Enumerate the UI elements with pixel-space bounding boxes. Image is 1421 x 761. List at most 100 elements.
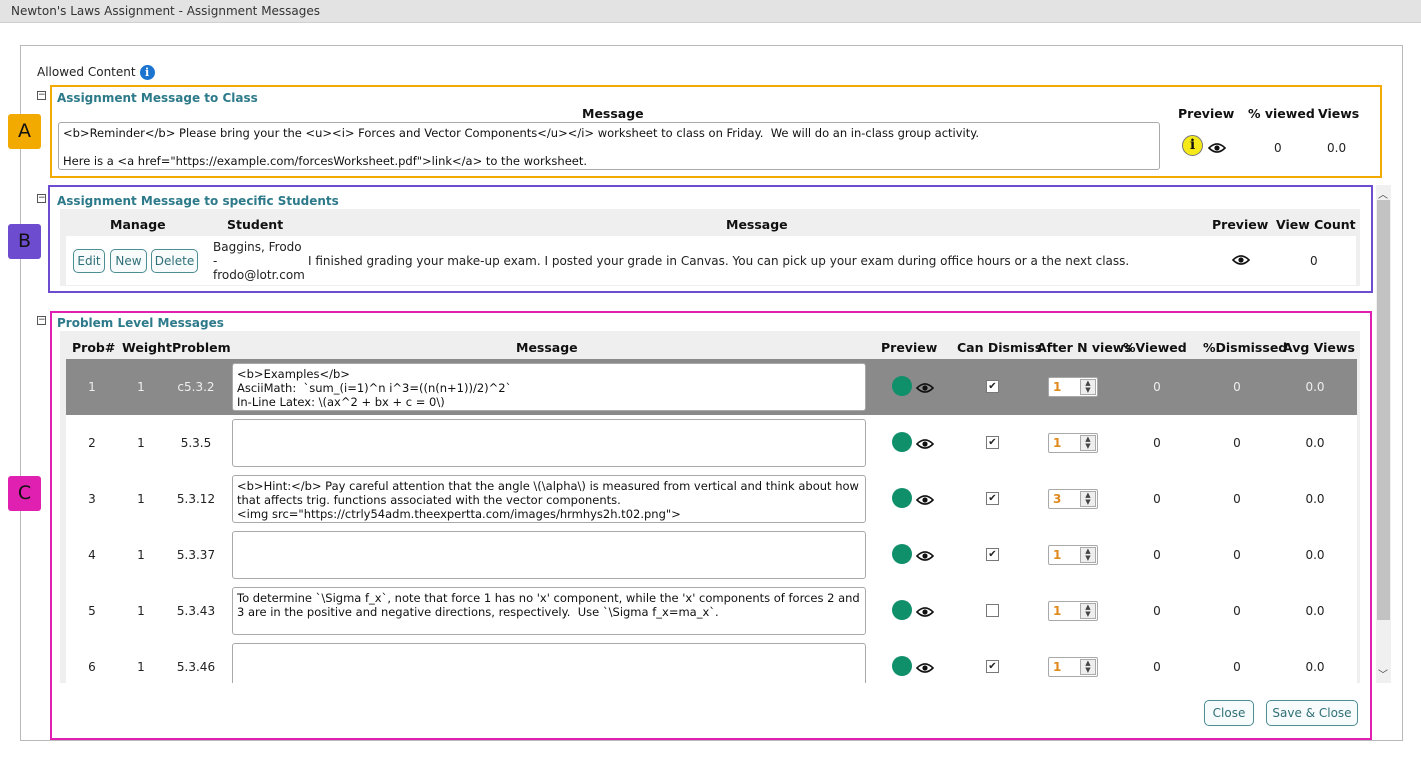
eye-icon[interactable]: [1208, 142, 1226, 154]
collapse-students-icon[interactable]: −: [37, 194, 46, 203]
can-dismiss-checkbox[interactable]: [986, 604, 999, 617]
problem-id: 5.3.46: [176, 660, 216, 674]
viewed-value: 0: [1153, 380, 1161, 394]
status-dot-icon[interactable]: [892, 544, 912, 564]
can-dismiss-checkbox[interactable]: ✔: [986, 548, 999, 561]
status-dot-icon[interactable]: [892, 376, 912, 396]
delete-button[interactable]: Delete: [151, 249, 198, 273]
after-n-views-stepper[interactable]: 1 ▲ ▼: [1048, 601, 1098, 621]
table-row[interactable]: 3 1 5.3.12 <b>Hint:</b> Pay careful attenti…: [66, 471, 1357, 527]
badge-c: C: [8, 476, 41, 511]
allowed-content-text: Allowed Content: [37, 65, 136, 79]
status-dot-icon[interactable]: [892, 656, 912, 676]
table-row[interactable]: 4 1 5.3.37 ✔ 1 ▲ ▼ 0 0 0.0: [66, 527, 1357, 583]
window-title: Newton's Laws Assignment - Assignment Me…: [0, 0, 1421, 23]
after-n-value: 1: [1053, 660, 1062, 674]
can-dismiss-checkbox[interactable]: ✔: [986, 380, 999, 393]
after-n-views-stepper[interactable]: 1 ▲ ▼: [1048, 433, 1098, 453]
problem-message-input[interactable]: [232, 419, 866, 467]
student-header: Student: [227, 217, 284, 232]
stepper-arrows-icon[interactable]: ▲ ▼: [1080, 659, 1096, 675]
problem-id: 5.3.5: [180, 436, 212, 450]
problem-id: 5.3.12: [176, 492, 216, 506]
class-preview-header: Preview: [1178, 106, 1235, 121]
after-n-value: 1: [1053, 436, 1062, 450]
class-message-input[interactable]: <b>Reminder</b> Please bring your the <u…: [58, 122, 1160, 170]
after-n-views-stepper[interactable]: 1 ▲ ▼: [1048, 657, 1098, 677]
stepper-arrows-icon[interactable]: ▲ ▼: [1080, 379, 1096, 395]
prob-header: Prob#: [72, 340, 116, 355]
student-preview-header: Preview: [1212, 217, 1269, 232]
collapse-problems-icon[interactable]: −: [37, 316, 46, 325]
collapse-class-icon[interactable]: −: [37, 91, 46, 100]
eye-icon[interactable]: [916, 438, 934, 450]
weight-value: 1: [137, 660, 145, 674]
eye-icon[interactable]: [916, 494, 934, 506]
table-row[interactable]: 6 1 5.3.46 ✔ 1 ▲ ▼ 0 0 0.0: [66, 639, 1357, 683]
badge-b: B: [8, 224, 41, 259]
close-button[interactable]: Close: [1204, 700, 1254, 726]
problem-preview-header: Preview: [881, 340, 938, 355]
problem-message-input[interactable]: [232, 643, 866, 683]
after-n-value: 1: [1053, 604, 1062, 618]
stepper-arrows-icon[interactable]: ▲ ▼: [1080, 435, 1096, 451]
student-email: frodo@lotr.com: [213, 268, 305, 282]
scroll-down-icon[interactable]: ﹀: [1378, 666, 1388, 681]
status-dot-icon[interactable]: [892, 488, 912, 508]
view-count-header: View Count: [1276, 217, 1356, 232]
info-icon[interactable]: i: [1182, 135, 1203, 156]
problem-id: c5.3.2: [177, 380, 215, 394]
class-message-header: Message: [582, 106, 644, 121]
dismissed-value: 0: [1233, 548, 1241, 562]
problem-id: 5.3.37: [176, 548, 216, 562]
class-views-header: Views: [1318, 106, 1360, 121]
stepper-arrows-icon[interactable]: ▲ ▼: [1080, 547, 1096, 563]
eye-icon[interactable]: [916, 606, 934, 618]
table-row[interactable]: 2 1 5.3.5 ✔ 1 ▲ ▼ 0 0 0.0: [66, 415, 1357, 471]
new-button[interactable]: New: [110, 249, 147, 273]
student-message-text: I finished grading your make-up exam. I …: [308, 254, 1130, 268]
viewed-value: 0: [1153, 660, 1161, 674]
after-n-value: 1: [1053, 380, 1062, 394]
can-dismiss-checkbox[interactable]: ✔: [986, 660, 999, 673]
problem-message-title: Problem Level Messages: [57, 316, 224, 330]
can-dismiss-checkbox[interactable]: ✔: [986, 436, 999, 449]
eye-icon[interactable]: [916, 550, 934, 562]
problem-id: 5.3.43: [176, 604, 216, 618]
stepper-arrows-icon[interactable]: ▲ ▼: [1080, 491, 1096, 507]
status-dot-icon[interactable]: [892, 432, 912, 452]
after-n-views-stepper[interactable]: 1 ▲ ▼: [1048, 545, 1098, 565]
info-icon[interactable]: i: [139, 65, 155, 80]
allowed-content-label: Allowed Content i: [37, 65, 155, 80]
weight-value: 1: [137, 436, 145, 450]
dismissed-header: %Dismissed: [1203, 340, 1288, 355]
status-dot-icon[interactable]: [892, 600, 912, 620]
eye-icon[interactable]: [916, 662, 934, 674]
manage-header: Manage: [110, 217, 166, 232]
eye-icon[interactable]: [916, 382, 934, 394]
can-dismiss-checkbox[interactable]: ✔: [986, 492, 999, 505]
viewed-value: 0: [1153, 436, 1161, 450]
class-message-title: Assignment Message to Class: [57, 91, 258, 105]
edit-button[interactable]: Edit: [73, 249, 105, 273]
table-row[interactable]: 5 1 5.3.43 To determine `\Sigma f_x`, note …: [66, 583, 1357, 639]
stepper-arrows-icon[interactable]: ▲ ▼: [1080, 603, 1096, 619]
scroll-up-icon[interactable]: ︿: [1378, 186, 1388, 201]
student-dash: -: [213, 254, 218, 268]
problem-message-input[interactable]: To determine `\Sigma f_x`, note that for…: [232, 587, 866, 635]
after-n-views-stepper[interactable]: 1 ▲ ▼: [1048, 377, 1098, 397]
eye-icon[interactable]: [1232, 254, 1250, 266]
viewed-value: 0: [1153, 492, 1161, 506]
weight-value: 1: [137, 492, 145, 506]
class-views-value: 0.0: [1327, 141, 1347, 155]
problem-message-input[interactable]: <b>Hint:</b> Pay careful attention that …: [232, 475, 866, 523]
problem-message-input[interactable]: [232, 531, 866, 579]
scroll-thumb[interactable]: [1377, 200, 1390, 620]
after-n-views-stepper[interactable]: 3 ▲ ▼: [1048, 489, 1098, 509]
save-close-button[interactable]: Save & Close: [1266, 700, 1358, 726]
badge-a: A: [8, 114, 41, 149]
problem-message-input[interactable]: <b>Examples</b> AsciiMath: `sum_(i=1)^n …: [232, 363, 866, 411]
dismissed-value: 0: [1233, 660, 1241, 674]
table-row[interactable]: 1 1 c5.3.2 <b>Examples</b> AsciiMath: `sum_…: [66, 359, 1357, 415]
student-message-title: Assignment Message to specific Students: [57, 194, 339, 208]
